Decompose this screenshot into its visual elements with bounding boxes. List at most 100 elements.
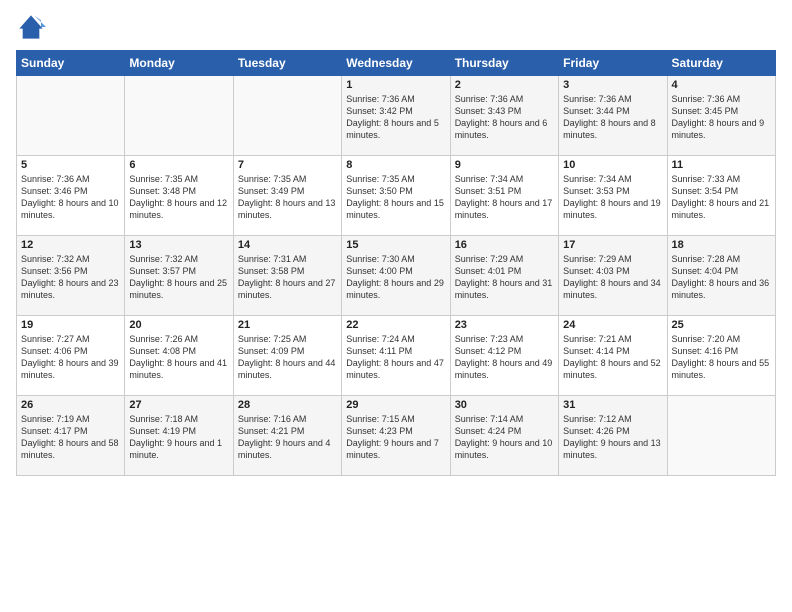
calendar-cell: 19Sunrise: 7:27 AM Sunset: 4:06 PM Dayli…: [17, 316, 125, 396]
calendar: SundayMondayTuesdayWednesdayThursdayFrid…: [16, 50, 776, 476]
calendar-week-row: 1Sunrise: 7:36 AM Sunset: 3:42 PM Daylig…: [17, 76, 776, 156]
calendar-cell: 4Sunrise: 7:36 AM Sunset: 3:45 PM Daylig…: [667, 76, 775, 156]
calendar-cell: 31Sunrise: 7:12 AM Sunset: 4:26 PM Dayli…: [559, 396, 667, 476]
calendar-cell: 28 Sunrise: 7:16 AM Sunset: 4:21 PM Dayli…: [233, 396, 341, 476]
day-number: 29: [346, 399, 445, 411]
day-number: 15: [346, 239, 445, 251]
calendar-cell: 2 Sunrise: 7:36 AM Sunset: 3:43 PM Daylig…: [450, 76, 558, 156]
day-info: Sunrise: 7:26 AM Sunset: 4:08 PM Dayligh…: [129, 333, 228, 382]
calendar-header-row: SundayMondayTuesdayWednesdayThursdayFrid…: [17, 51, 776, 76]
day-info: Sunrise: 7:16 AM Sunset: 4:21 PM Dayligh…: [238, 413, 337, 462]
day-info: Sunrise: 7:36 AM Sunset: 3:43 PM Dayligh…: [455, 93, 554, 142]
day-info: Sunrise: 7:35 AM Sunset: 3:49 PM Dayligh…: [238, 173, 337, 222]
calendar-cell: 22 Sunrise: 7:24 AM Sunset: 4:11 PM Dayli…: [342, 316, 450, 396]
day-number: 18: [672, 239, 771, 251]
calendar-header-tuesday: Tuesday: [233, 51, 341, 76]
day-info: Sunrise: 7:30 AM Sunset: 4:00 PM Dayligh…: [346, 253, 445, 302]
day-info: Sunrise: 7:36 AM Sunset: 3:46 PM Dayligh…: [21, 173, 120, 222]
day-info: Sunrise: 7:24 AM Sunset: 4:11 PM Dayligh…: [346, 333, 445, 382]
header: [16, 12, 776, 42]
calendar-week-row: 5 Sunrise: 7:36 AM Sunset: 3:46 PM Daylig…: [17, 156, 776, 236]
calendar-week-row: 12Sunrise: 7:32 AM Sunset: 3:56 PM Dayli…: [17, 236, 776, 316]
day-number: 26: [21, 399, 120, 411]
day-number: 2: [455, 79, 554, 91]
calendar-cell: 6 Sunrise: 7:35 AM Sunset: 3:48 PM Daylig…: [125, 156, 233, 236]
day-number: 27: [129, 399, 228, 411]
calendar-cell: 1Sunrise: 7:36 AM Sunset: 3:42 PM Daylig…: [342, 76, 450, 156]
calendar-week-row: 26 Sunrise: 7:19 AM Sunset: 4:17 PM Dayli…: [17, 396, 776, 476]
calendar-cell: 15 Sunrise: 7:30 AM Sunset: 4:00 PM Dayli…: [342, 236, 450, 316]
day-number: 25: [672, 319, 771, 331]
day-number: 24: [563, 319, 662, 331]
calendar-cell: 30 Sunrise: 7:14 AM Sunset: 4:24 PM Dayli…: [450, 396, 558, 476]
day-info: Sunrise: 7:27 AM Sunset: 4:06 PM Dayligh…: [21, 333, 120, 382]
calendar-cell: 27 Sunrise: 7:18 AM Sunset: 4:19 PM Dayli…: [125, 396, 233, 476]
day-info: Sunrise: 7:35 AM Sunset: 3:48 PM Dayligh…: [129, 173, 228, 222]
calendar-cell: 7 Sunrise: 7:35 AM Sunset: 3:49 PM Daylig…: [233, 156, 341, 236]
day-number: 10: [563, 159, 662, 171]
day-number: 7: [238, 159, 337, 171]
calendar-cell: 12Sunrise: 7:32 AM Sunset: 3:56 PM Dayli…: [17, 236, 125, 316]
day-number: 5: [21, 159, 120, 171]
calendar-cell: 18 Sunrise: 7:28 AM Sunset: 4:04 PM Dayli…: [667, 236, 775, 316]
day-info: Sunrise: 7:25 AM Sunset: 4:09 PM Dayligh…: [238, 333, 337, 382]
calendar-cell: 26 Sunrise: 7:19 AM Sunset: 4:17 PM Dayli…: [17, 396, 125, 476]
day-info: Sunrise: 7:33 AM Sunset: 3:54 PM Dayligh…: [672, 173, 771, 222]
day-number: 16: [455, 239, 554, 251]
day-info: Sunrise: 7:36 AM Sunset: 3:42 PM Dayligh…: [346, 93, 445, 142]
calendar-header-thursday: Thursday: [450, 51, 558, 76]
calendar-header-sunday: Sunday: [17, 51, 125, 76]
day-number: 4: [672, 79, 771, 91]
day-info: Sunrise: 7:34 AM Sunset: 3:53 PM Dayligh…: [563, 173, 662, 222]
calendar-cell: 23 Sunrise: 7:23 AM Sunset: 4:12 PM Dayli…: [450, 316, 558, 396]
day-number: 8: [346, 159, 445, 171]
day-number: 21: [238, 319, 337, 331]
calendar-cell: 3Sunrise: 7:36 AM Sunset: 3:44 PM Daylig…: [559, 76, 667, 156]
day-info: Sunrise: 7:18 AM Sunset: 4:19 PM Dayligh…: [129, 413, 228, 462]
day-number: 22: [346, 319, 445, 331]
day-number: 11: [672, 159, 771, 171]
calendar-cell: 13 Sunrise: 7:32 AM Sunset: 3:57 PM Dayli…: [125, 236, 233, 316]
day-info: Sunrise: 7:36 AM Sunset: 3:44 PM Dayligh…: [563, 93, 662, 142]
day-number: 30: [455, 399, 554, 411]
calendar-cell: 9 Sunrise: 7:34 AM Sunset: 3:51 PM Daylig…: [450, 156, 558, 236]
day-number: 17: [563, 239, 662, 251]
logo-icon: [16, 12, 46, 42]
day-info: Sunrise: 7:31 AM Sunset: 3:58 PM Dayligh…: [238, 253, 337, 302]
calendar-cell: 11 Sunrise: 7:33 AM Sunset: 3:54 PM Dayli…: [667, 156, 775, 236]
day-info: Sunrise: 7:32 AM Sunset: 3:56 PM Dayligh…: [21, 253, 120, 302]
day-info: Sunrise: 7:28 AM Sunset: 4:04 PM Dayligh…: [672, 253, 771, 302]
day-info: Sunrise: 7:32 AM Sunset: 3:57 PM Dayligh…: [129, 253, 228, 302]
day-info: Sunrise: 7:29 AM Sunset: 4:03 PM Dayligh…: [563, 253, 662, 302]
calendar-week-row: 19Sunrise: 7:27 AM Sunset: 4:06 PM Dayli…: [17, 316, 776, 396]
day-info: Sunrise: 7:19 AM Sunset: 4:17 PM Dayligh…: [21, 413, 120, 462]
calendar-header-monday: Monday: [125, 51, 233, 76]
calendar-cell: 10 Sunrise: 7:34 AM Sunset: 3:53 PM Dayli…: [559, 156, 667, 236]
day-info: Sunrise: 7:35 AM Sunset: 3:50 PM Dayligh…: [346, 173, 445, 222]
day-info: Sunrise: 7:14 AM Sunset: 4:24 PM Dayligh…: [455, 413, 554, 462]
day-number: 20: [129, 319, 228, 331]
day-number: 9: [455, 159, 554, 171]
calendar-cell: 20 Sunrise: 7:26 AM Sunset: 4:08 PM Dayli…: [125, 316, 233, 396]
calendar-cell: 29Sunrise: 7:15 AM Sunset: 4:23 PM Dayli…: [342, 396, 450, 476]
day-number: 14: [238, 239, 337, 251]
calendar-header-wednesday: Wednesday: [342, 51, 450, 76]
calendar-header-saturday: Saturday: [667, 51, 775, 76]
day-info: Sunrise: 7:21 AM Sunset: 4:14 PM Dayligh…: [563, 333, 662, 382]
day-number: 13: [129, 239, 228, 251]
calendar-cell: [667, 396, 775, 476]
day-info: Sunrise: 7:29 AM Sunset: 4:01 PM Dayligh…: [455, 253, 554, 302]
calendar-cell: 25Sunrise: 7:20 AM Sunset: 4:16 PM Dayli…: [667, 316, 775, 396]
calendar-cell: [233, 76, 341, 156]
day-info: Sunrise: 7:23 AM Sunset: 4:12 PM Dayligh…: [455, 333, 554, 382]
calendar-cell: 24 Sunrise: 7:21 AM Sunset: 4:14 PM Dayli…: [559, 316, 667, 396]
page: SundayMondayTuesdayWednesdayThursdayFrid…: [0, 0, 792, 612]
day-number: 23: [455, 319, 554, 331]
day-info: Sunrise: 7:12 AM Sunset: 4:26 PM Dayligh…: [563, 413, 662, 462]
day-number: 28: [238, 399, 337, 411]
day-number: 6: [129, 159, 228, 171]
day-info: Sunrise: 7:34 AM Sunset: 3:51 PM Dayligh…: [455, 173, 554, 222]
calendar-cell: 17 Sunrise: 7:29 AM Sunset: 4:03 PM Dayli…: [559, 236, 667, 316]
logo: [16, 12, 50, 42]
calendar-cell: 21 Sunrise: 7:25 AM Sunset: 4:09 PM Dayli…: [233, 316, 341, 396]
